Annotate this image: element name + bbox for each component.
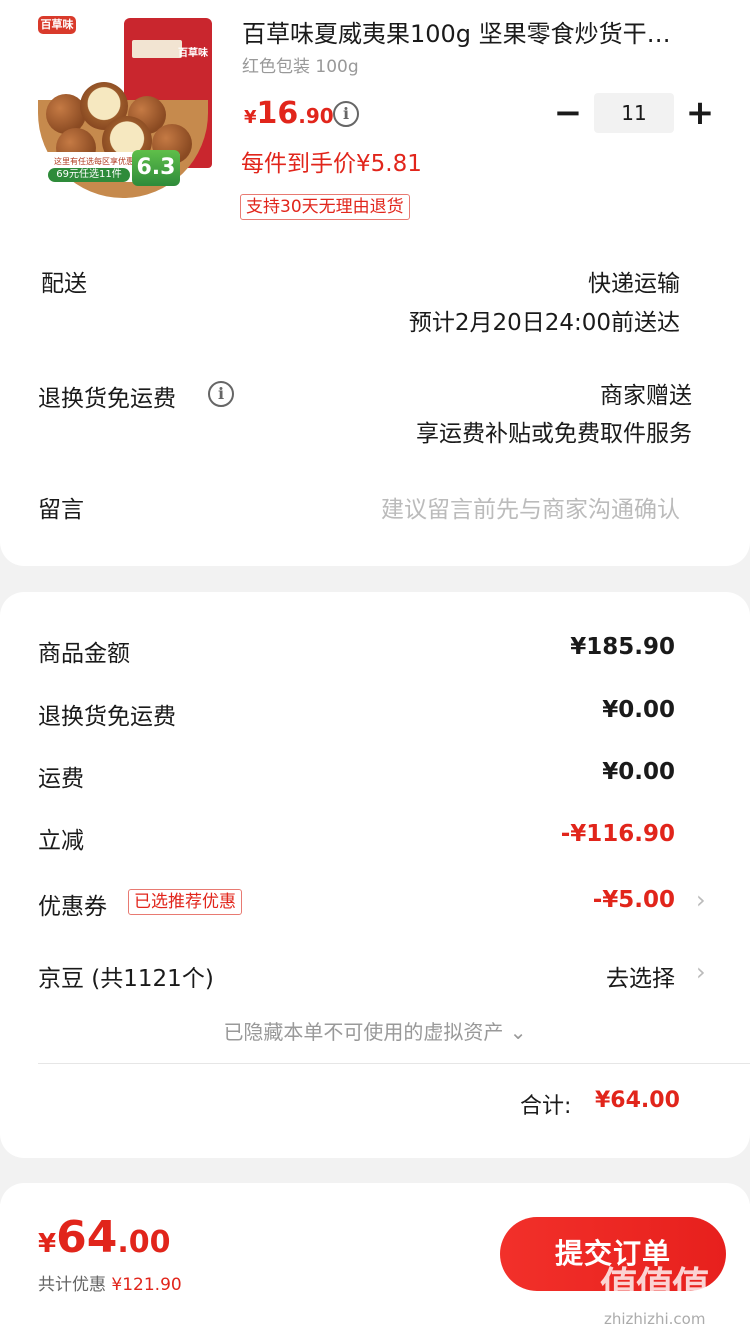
- package-logo: 百草味: [178, 48, 208, 59]
- summary-value: -¥116.90: [560, 821, 675, 847]
- return-shipping-desc: 享运费补贴或免费取件服务: [416, 421, 692, 447]
- promo-badge: 69元任选11件: [48, 168, 130, 182]
- return-shipping-value: 商家赠送: [600, 383, 692, 409]
- unit-price: 每件到手价¥5.81: [241, 151, 422, 177]
- return-shipping-info-icon[interactable]: i: [208, 381, 234, 407]
- quantity-input[interactable]: 11: [594, 93, 674, 133]
- summary-label: 立减: [38, 828, 84, 854]
- product-price: ¥16.90: [244, 96, 334, 131]
- jingdou-select[interactable]: 去选择: [606, 959, 675, 993]
- total-savings: 共计优惠 ¥121.90: [38, 1275, 182, 1295]
- site-watermark: 值值值: [600, 1264, 710, 1308]
- product-title[interactable]: 百草味夏威夷果100g 坚果零食炒货干…: [242, 14, 722, 49]
- price-info-icon[interactable]: i: [333, 101, 359, 127]
- hidden-assets-toggle[interactable]: 已隐藏本单不可使用的虚拟资产 ⌄: [0, 1016, 750, 1045]
- total-value: ¥64.00: [595, 1088, 680, 1113]
- return-shipping-label: 退换货免运费: [38, 386, 176, 412]
- checkout-total: ¥64.00: [38, 1212, 171, 1263]
- summary-value: ¥0.00: [602, 697, 675, 723]
- coupon-label[interactable]: 优惠券: [38, 887, 107, 921]
- delivery-method[interactable]: 快递运输: [588, 264, 680, 298]
- coupon-value[interactable]: -¥5.00: [593, 887, 675, 913]
- chevron-right-icon[interactable]: ›: [696, 958, 706, 986]
- summary-value: ¥0.00: [602, 759, 675, 785]
- summary-label: 运费: [38, 766, 84, 792]
- return-policy-badge: 支持30天无理由退货: [240, 194, 410, 220]
- brand-logo: 百草味: [38, 16, 76, 34]
- divider: [38, 1063, 750, 1064]
- quantity-increase-button[interactable]: +: [684, 96, 716, 132]
- package-label: [132, 40, 182, 58]
- coupon-tag[interactable]: 已选推荐优惠: [128, 889, 242, 915]
- promo-price: 6.3: [132, 150, 180, 186]
- summary-label: 商品金额: [38, 641, 130, 667]
- delivery-label: 配送: [41, 271, 87, 297]
- message-label: 留言: [38, 497, 84, 523]
- quantity-decrease-button[interactable]: −: [552, 96, 584, 132]
- order-product-card: 百草味 百草味 这里有任选每区享优惠 69元任选11件 6.3 百草味夏威夷果1…: [0, 0, 750, 566]
- site-watermark-url: zhizhizhi.com: [604, 1310, 706, 1328]
- chevron-right-icon[interactable]: ›: [696, 886, 706, 914]
- delivery-eta[interactable]: 预计2月20日24:00前送达: [409, 303, 680, 337]
- promo-note: 这里有任选每区享优惠: [54, 157, 134, 166]
- summary-label: 退换货免运费: [38, 704, 176, 730]
- product-variant[interactable]: 红色包装 100g: [242, 52, 359, 77]
- message-input[interactable]: 建议留言前先与商家沟通确认: [381, 490, 680, 524]
- jingdou-label[interactable]: 京豆 (共1121个): [38, 959, 214, 993]
- summary-value: ¥185.90: [570, 634, 675, 660]
- total-label: 合计:: [520, 1094, 572, 1119]
- price-summary-card: [0, 592, 750, 1158]
